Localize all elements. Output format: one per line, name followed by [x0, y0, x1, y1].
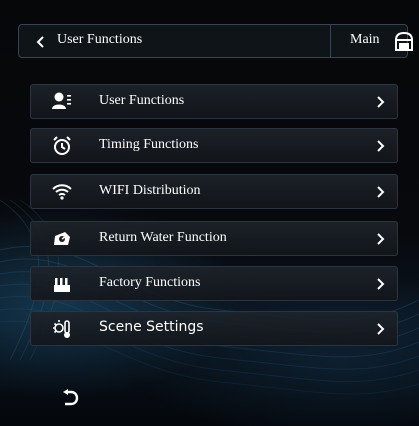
menu-item-label: Timing Functions: [99, 137, 199, 152]
header-bar: User Functions Main: [18, 24, 413, 58]
menu-item-label: Return Water Function: [99, 230, 227, 245]
user-icon: [52, 92, 71, 109]
menu-item-label: Scene Settings: [99, 319, 204, 335]
menu-item-label: WIFI Distribution: [99, 183, 201, 198]
header-divider: [330, 25, 331, 57]
home-icon[interactable]: [393, 32, 415, 52]
water-pump-icon: [54, 232, 70, 245]
scene-icon: [53, 320, 70, 338]
screen-background: User Functions Main User Functions Timin…: [0, 0, 419, 426]
chevron-right-icon: [377, 140, 385, 152]
return-icon[interactable]: [62, 388, 80, 408]
chevron-right-icon: [377, 233, 385, 245]
menu-item-label: User Functions: [99, 93, 185, 108]
menu-item-label: Factory Functions: [99, 275, 201, 290]
factory-icon: [54, 278, 70, 292]
menu-item-factory-functions[interactable]: Factory Functions: [30, 266, 398, 301]
page-title[interactable]: User Functions: [57, 32, 142, 48]
menu-item-user-functions[interactable]: User Functions: [30, 84, 398, 119]
menu-item-scene-settings[interactable]: Scene Settings: [30, 311, 398, 346]
wifi-icon: [52, 184, 72, 200]
menu-item-timing-functions[interactable]: Timing Functions: [30, 128, 398, 163]
alarm-clock-icon: [53, 136, 71, 155]
main-label[interactable]: Main: [350, 32, 380, 48]
chevron-right-icon: [377, 323, 385, 335]
chevron-right-icon: [377, 96, 385, 108]
back-chevron-icon[interactable]: [35, 35, 47, 49]
wave-background-decoration: [0, 199, 419, 395]
chevron-right-icon: [377, 278, 385, 290]
menu-item-wifi-distribution[interactable]: WIFI Distribution: [30, 174, 398, 209]
chevron-right-icon: [377, 186, 385, 198]
menu-item-return-water-function[interactable]: Return Water Function: [30, 221, 398, 256]
